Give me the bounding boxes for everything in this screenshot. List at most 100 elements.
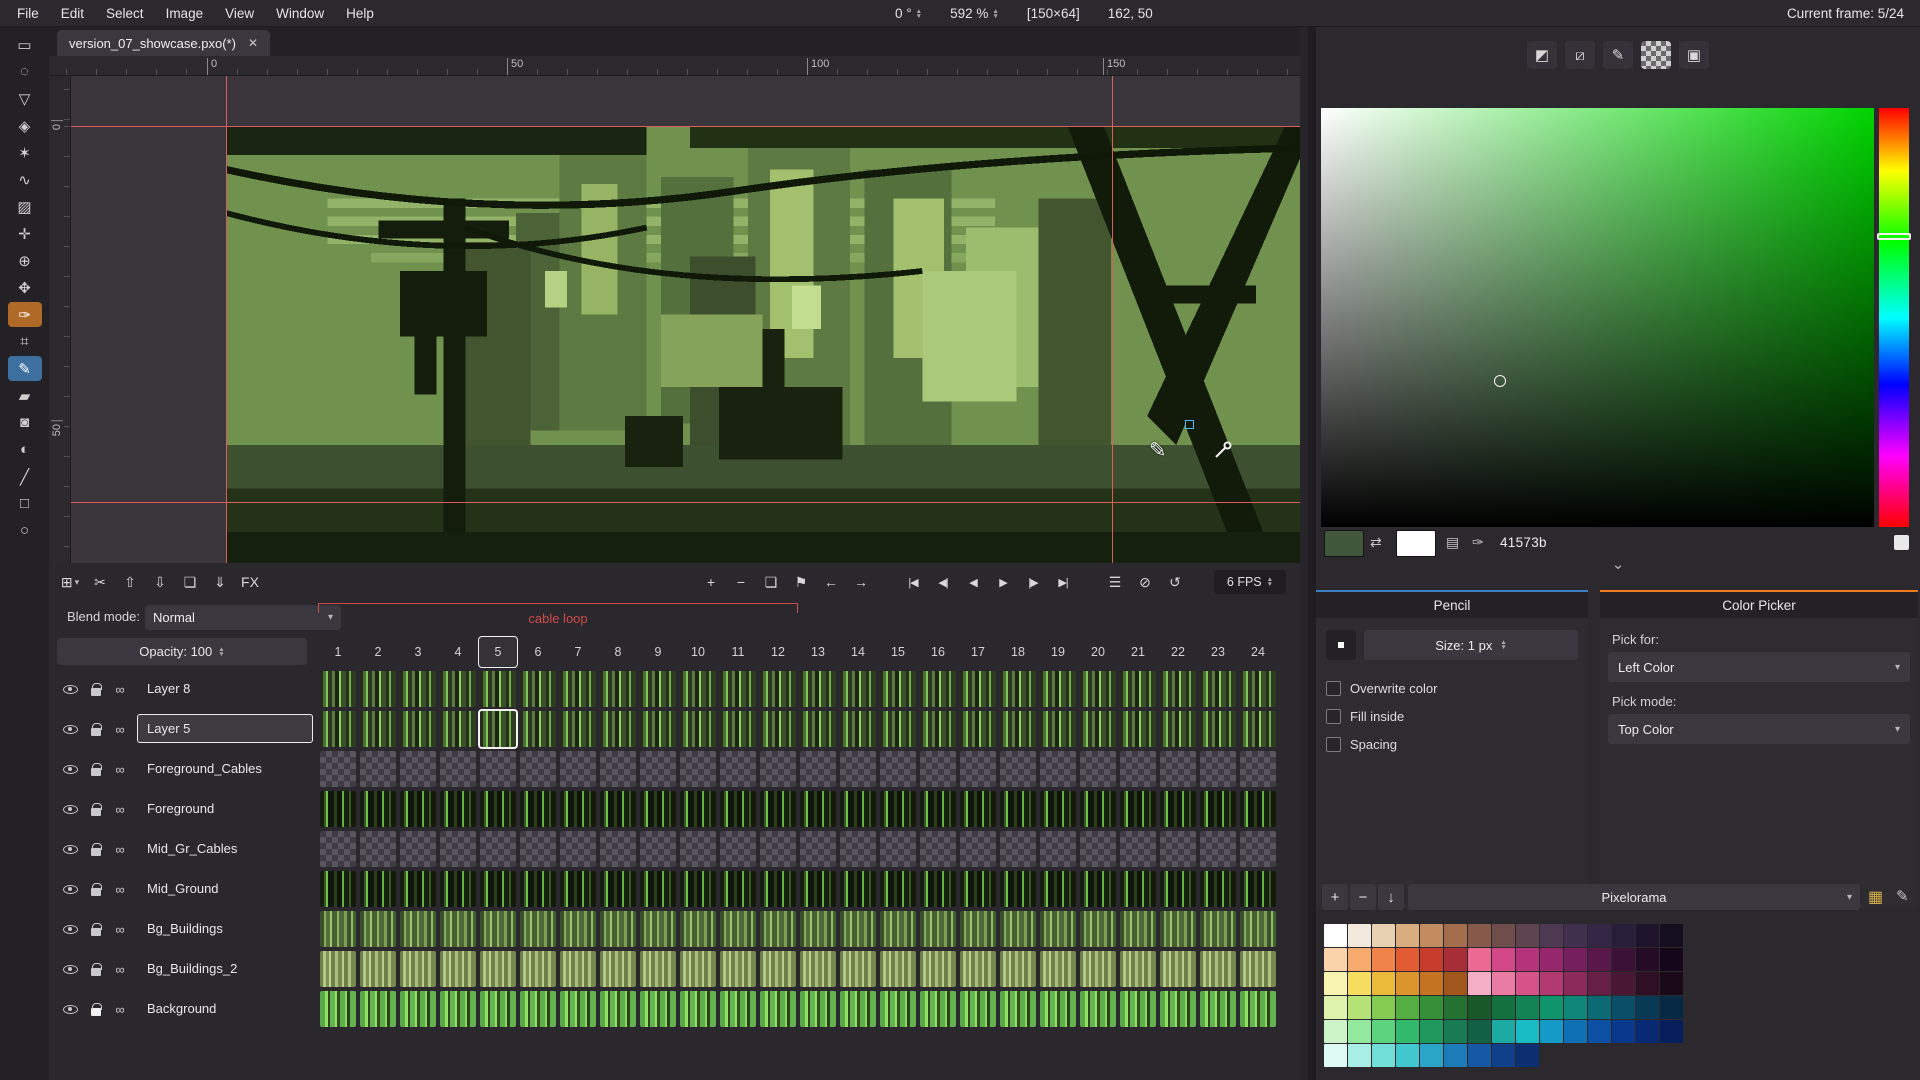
link-icon[interactable]: ∞ bbox=[109, 949, 131, 989]
remove-palette-button[interactable]: − bbox=[1350, 884, 1376, 910]
palette-swatch[interactable] bbox=[1564, 972, 1587, 995]
cel[interactable] bbox=[398, 911, 438, 947]
cel[interactable] bbox=[398, 831, 438, 867]
close-icon[interactable]: ✕ bbox=[248, 36, 258, 50]
guide-horizontal[interactable] bbox=[71, 126, 1300, 127]
cel[interactable] bbox=[878, 871, 918, 907]
cel[interactable] bbox=[478, 991, 518, 1027]
cel[interactable] bbox=[998, 911, 1038, 947]
cel[interactable] bbox=[1198, 871, 1238, 907]
lock-icon[interactable] bbox=[85, 669, 107, 709]
cel[interactable] bbox=[1238, 871, 1278, 907]
cel[interactable] bbox=[518, 951, 558, 987]
cel[interactable] bbox=[678, 951, 718, 987]
brush-size-spinner[interactable]: Size: 1 px ▲▼ bbox=[1364, 630, 1578, 660]
cel[interactable] bbox=[398, 671, 438, 707]
cel[interactable] bbox=[1038, 911, 1078, 947]
layer-name[interactable]: Layer 8 bbox=[137, 674, 313, 703]
link-icon[interactable]: ∞ bbox=[109, 829, 131, 869]
cel[interactable] bbox=[958, 751, 998, 787]
palette-swatch[interactable] bbox=[1420, 1020, 1443, 1043]
checkbox-overwrite-color[interactable] bbox=[1326, 681, 1341, 696]
cel[interactable] bbox=[758, 871, 798, 907]
cel[interactable] bbox=[318, 951, 358, 987]
pan-tool[interactable]: ✥ bbox=[8, 275, 42, 300]
menu-image[interactable]: Image bbox=[155, 6, 215, 21]
cel[interactable] bbox=[958, 991, 998, 1027]
palette-swatch[interactable] bbox=[1540, 972, 1563, 995]
cel[interactable] bbox=[718, 711, 758, 747]
palette-swatch[interactable] bbox=[1324, 1044, 1347, 1067]
cel[interactable] bbox=[958, 871, 998, 907]
palette-swatch[interactable] bbox=[1468, 972, 1491, 995]
cel[interactable] bbox=[998, 751, 1038, 787]
collapse-chevron-icon[interactable]: ⌄ bbox=[1316, 557, 1920, 577]
cel[interactable] bbox=[1038, 751, 1078, 787]
cel[interactable] bbox=[878, 951, 918, 987]
move-tool[interactable]: ✛ bbox=[8, 221, 42, 246]
color-select-tool[interactable]: ◈ bbox=[8, 113, 42, 138]
palette-swatch[interactable] bbox=[1324, 996, 1347, 1019]
color-sliders-icon[interactable]: ▤ bbox=[1446, 534, 1459, 551]
palette-grid-icon[interactable]: ▦ bbox=[1868, 887, 1883, 907]
cel[interactable] bbox=[918, 871, 958, 907]
cel[interactable] bbox=[558, 831, 598, 867]
pick-mode-select[interactable]: Top Color ▾ bbox=[1608, 714, 1910, 744]
palette-swatch[interactable] bbox=[1396, 1020, 1419, 1043]
palette-swatch[interactable] bbox=[1588, 948, 1611, 971]
cel[interactable] bbox=[478, 911, 518, 947]
cel[interactable] bbox=[958, 831, 998, 867]
cel[interactable] bbox=[638, 831, 678, 867]
lock-icon[interactable] bbox=[85, 749, 107, 789]
palette-swatch[interactable] bbox=[1588, 1020, 1611, 1043]
palette-swatch[interactable] bbox=[1468, 1044, 1491, 1067]
cel[interactable] bbox=[1158, 671, 1198, 707]
cel[interactable] bbox=[558, 711, 598, 747]
link-icon[interactable]: ∞ bbox=[109, 709, 131, 749]
palette-swatch[interactable] bbox=[1444, 972, 1467, 995]
zoom-spinner[interactable]: 592 % ▲▼ bbox=[950, 6, 999, 21]
cel[interactable] bbox=[1198, 911, 1238, 947]
cel[interactable] bbox=[638, 671, 678, 707]
cel[interactable] bbox=[478, 871, 518, 907]
cel[interactable] bbox=[318, 751, 358, 787]
cel[interactable] bbox=[878, 831, 918, 867]
cel[interactable] bbox=[398, 751, 438, 787]
cel[interactable] bbox=[918, 791, 958, 827]
palette-swatch[interactable] bbox=[1660, 948, 1683, 971]
cel[interactable] bbox=[438, 671, 478, 707]
cel[interactable] bbox=[638, 791, 678, 827]
cel[interactable] bbox=[318, 911, 358, 947]
cel[interactable] bbox=[878, 911, 918, 947]
eye-icon[interactable] bbox=[59, 949, 81, 989]
cel[interactable] bbox=[318, 711, 358, 747]
ellipse-select-tool[interactable]: ◌ bbox=[8, 59, 42, 84]
palette-swatch[interactable] bbox=[1468, 996, 1491, 1019]
zoom-tool[interactable]: ⊕ bbox=[8, 248, 42, 273]
cel[interactable] bbox=[518, 871, 558, 907]
color-picker-tool[interactable]: ✑ bbox=[8, 302, 42, 327]
ellipse-tool[interactable]: ○ bbox=[8, 518, 42, 543]
link-icon[interactable]: ∞ bbox=[109, 789, 131, 829]
cel[interactable] bbox=[998, 791, 1038, 827]
cel[interactable] bbox=[878, 671, 918, 707]
cel[interactable] bbox=[1238, 991, 1278, 1027]
palette-swatch[interactable] bbox=[1372, 1020, 1395, 1043]
line-tool[interactable]: ╱ bbox=[8, 464, 42, 489]
cel[interactable] bbox=[358, 831, 398, 867]
palette-swatch[interactable] bbox=[1516, 948, 1539, 971]
cel[interactable] bbox=[838, 791, 878, 827]
cel[interactable] bbox=[438, 871, 478, 907]
cel[interactable] bbox=[918, 911, 958, 947]
cel[interactable] bbox=[718, 791, 758, 827]
cel[interactable] bbox=[518, 791, 558, 827]
cel[interactable] bbox=[518, 751, 558, 787]
cel[interactable] bbox=[838, 911, 878, 947]
cel[interactable] bbox=[438, 991, 478, 1027]
rect-select-tool[interactable]: ▭ bbox=[8, 32, 42, 57]
canvas-artwork[interactable] bbox=[226, 126, 1300, 563]
eye-icon[interactable] bbox=[59, 909, 81, 949]
cel[interactable] bbox=[438, 711, 478, 747]
cel[interactable] bbox=[958, 791, 998, 827]
palette-swatch[interactable] bbox=[1612, 972, 1635, 995]
